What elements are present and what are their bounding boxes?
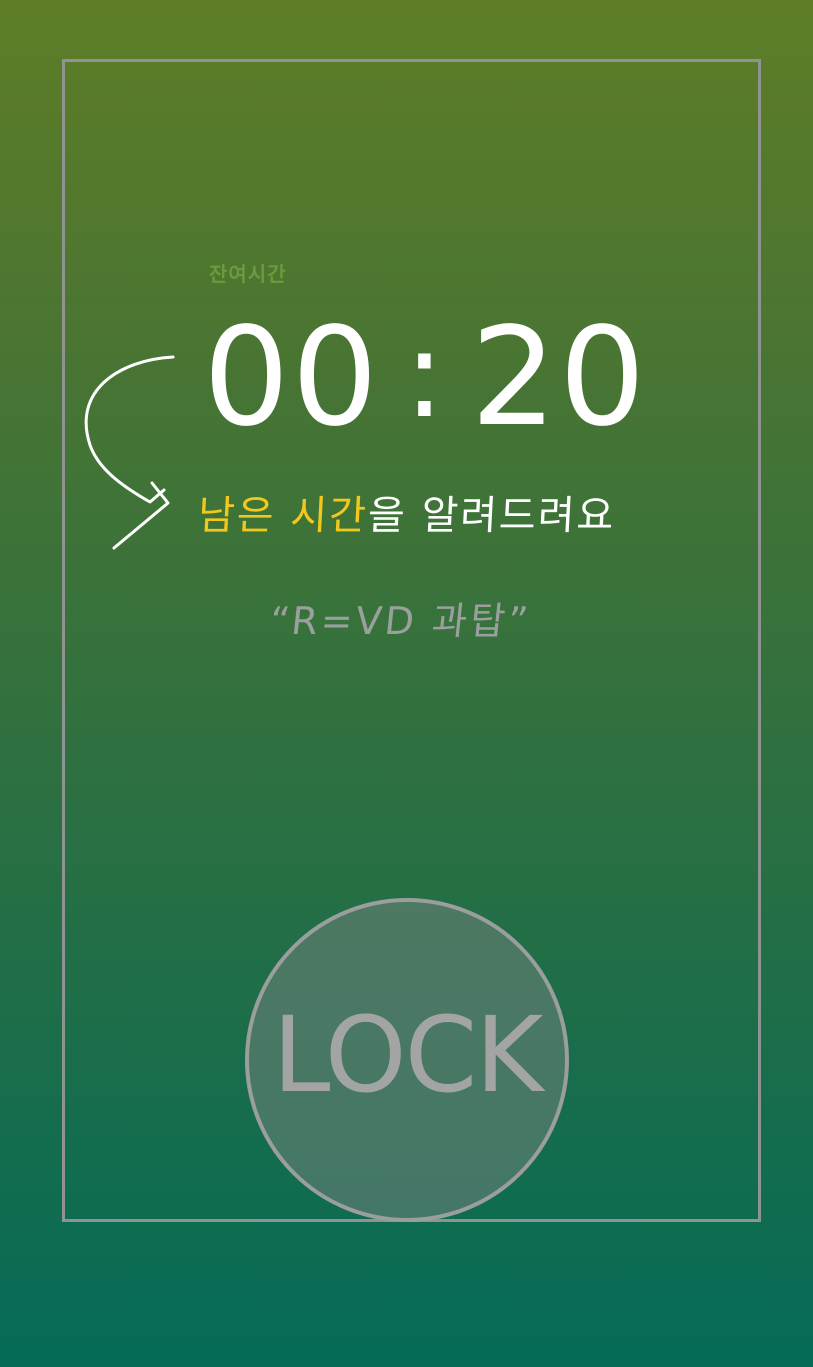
remaining-time-message: 남은 시간을 알려드려요 (197, 488, 617, 544)
lock-button[interactable]: LOCK (245, 898, 569, 1222)
timer-minutes: 00 (203, 299, 381, 457)
message-highlight: 남은 시간 (196, 493, 370, 539)
remaining-time-label: 잔여시간 (209, 262, 287, 286)
curved-arrow-icon (84, 355, 175, 550)
quote-text: “R=VD 과탑” (267, 599, 534, 643)
timer-seconds: 20 (470, 299, 648, 457)
lock-button-label: LOCK (272, 994, 544, 1116)
message-rest: 을 알려드려요 (366, 493, 617, 539)
countdown-timer: 00:20 (203, 296, 648, 458)
timer-separator: : (404, 306, 447, 445)
